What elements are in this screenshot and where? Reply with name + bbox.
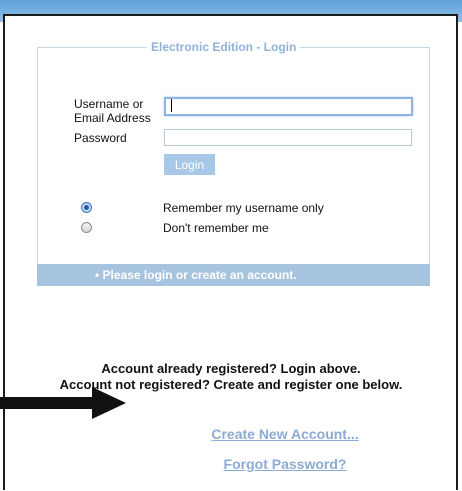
fieldset-legend: Electronic Edition - Login — [147, 38, 301, 56]
radio-dont-remember-label: Don't remember me — [163, 221, 269, 235]
username-label-line2: Email Address — [74, 111, 151, 125]
username-input[interactable] — [164, 97, 413, 116]
login-fieldset — [37, 47, 430, 273]
password-label: Password — [74, 131, 127, 145]
password-input[interactable] — [164, 129, 412, 146]
create-account-link[interactable]: Create New Account... — [160, 425, 410, 443]
text-caret — [171, 99, 172, 112]
radio-remember-username-label: Remember my username only — [163, 201, 324, 215]
info-line-registered: Account already registered? Login above. — [101, 361, 361, 376]
status-message-bar: • Please login or create an account. — [37, 264, 430, 286]
radio-remember-username[interactable] — [81, 202, 92, 213]
username-label-line1: Username or — [74, 97, 144, 111]
arrow-right-icon — [0, 387, 126, 419]
login-button[interactable]: Login — [164, 154, 215, 175]
forgot-password-link[interactable]: Forgot Password? — [160, 455, 410, 473]
radio-dont-remember[interactable] — [81, 222, 92, 233]
